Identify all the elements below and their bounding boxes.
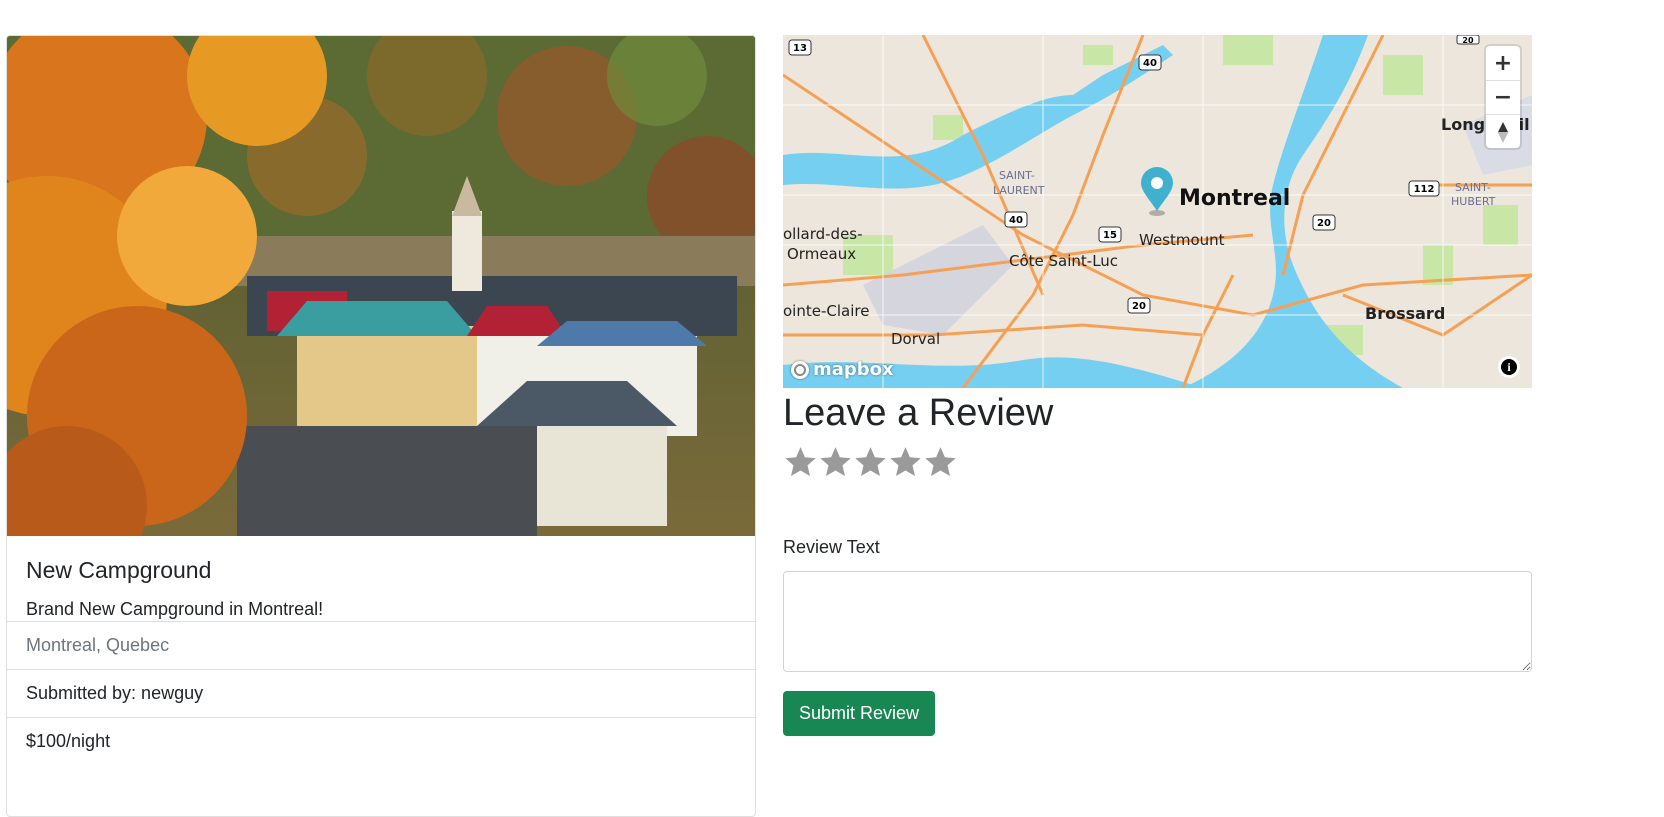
review-text-input[interactable] xyxy=(783,571,1532,672)
zoom-out-button[interactable]: − xyxy=(1486,80,1520,114)
label-saint-laurent-2: LAURENT xyxy=(993,184,1045,197)
campground-card: New Campground Brand New Campground in M… xyxy=(6,35,756,817)
card-body: New Campground Brand New Campground in M… xyxy=(7,536,755,621)
star-3-icon[interactable] xyxy=(853,443,888,481)
compass-button[interactable]: ▲ ▼ xyxy=(1486,114,1520,148)
route-shield-7: 20 xyxy=(1462,36,1474,45)
campground-price: $100/night xyxy=(7,717,755,765)
map-canvas[interactable]: 13 40 40 15 20 20 112 20 Longueuil SAINT… xyxy=(783,35,1532,388)
route-shield-4: 20 xyxy=(1132,301,1146,312)
campground-location: Montreal, Quebec xyxy=(7,621,755,669)
label-pointe-claire: ointe-Claire xyxy=(783,302,869,320)
star-rating[interactable] xyxy=(783,443,958,481)
campground-image xyxy=(7,36,755,536)
submit-review-button[interactable]: Submit Review xyxy=(783,691,935,736)
campground-author: Submitted by: newguy xyxy=(7,669,755,717)
attribution-button[interactable]: i xyxy=(1498,356,1520,378)
route-shield-0: 13 xyxy=(793,43,807,54)
label-cote-saint-luc: Côte Saint-Luc xyxy=(1009,252,1118,270)
label-dorval: Dorval xyxy=(891,330,940,348)
campground-title: New Campground xyxy=(26,557,212,583)
star-4-icon[interactable] xyxy=(888,443,923,481)
map[interactable]: 13 40 40 15 20 20 112 20 Longueuil SAINT… xyxy=(783,35,1532,388)
label-montreal: Montreal xyxy=(1179,186,1290,211)
star-2-icon[interactable] xyxy=(818,443,853,481)
label-saint-hubert-2: HUBERT xyxy=(1451,195,1496,208)
route-shield-2: 40 xyxy=(1009,215,1023,226)
label-westmount: Westmount xyxy=(1139,231,1225,249)
compass-south-icon: ▼ xyxy=(1497,128,1509,145)
label-brossard: Brossard xyxy=(1365,304,1445,323)
label-saint-laurent-1: SAINT- xyxy=(999,169,1035,182)
route-shield-6: 112 xyxy=(1414,184,1435,195)
mapbox-logo[interactable]: mapbox xyxy=(791,359,894,380)
route-shield-5: 20 xyxy=(1317,218,1331,229)
star-1-icon[interactable] xyxy=(783,443,818,481)
campground-description: Brand New Campground in Montreal! xyxy=(26,599,324,619)
mapbox-logo-icon xyxy=(791,360,809,379)
review-text-label: Review Text xyxy=(783,537,880,557)
star-5-icon[interactable] xyxy=(923,443,958,481)
info-icon: i xyxy=(1501,359,1517,375)
zoom-in-button[interactable]: + xyxy=(1486,46,1520,80)
map-controls: + − ▲ ▼ xyxy=(1486,46,1520,148)
route-shield-1: 40 xyxy=(1143,58,1157,69)
review-heading: Leave a Review xyxy=(783,392,1054,434)
label-dollard-1: ollard-des- xyxy=(783,225,863,243)
mapbox-logo-text: mapbox xyxy=(813,359,894,380)
route-shield-3: 15 xyxy=(1103,230,1117,241)
label-dollard-2: Ormeaux xyxy=(787,245,856,263)
label-saint-hubert-1: SAINT- xyxy=(1455,181,1491,194)
